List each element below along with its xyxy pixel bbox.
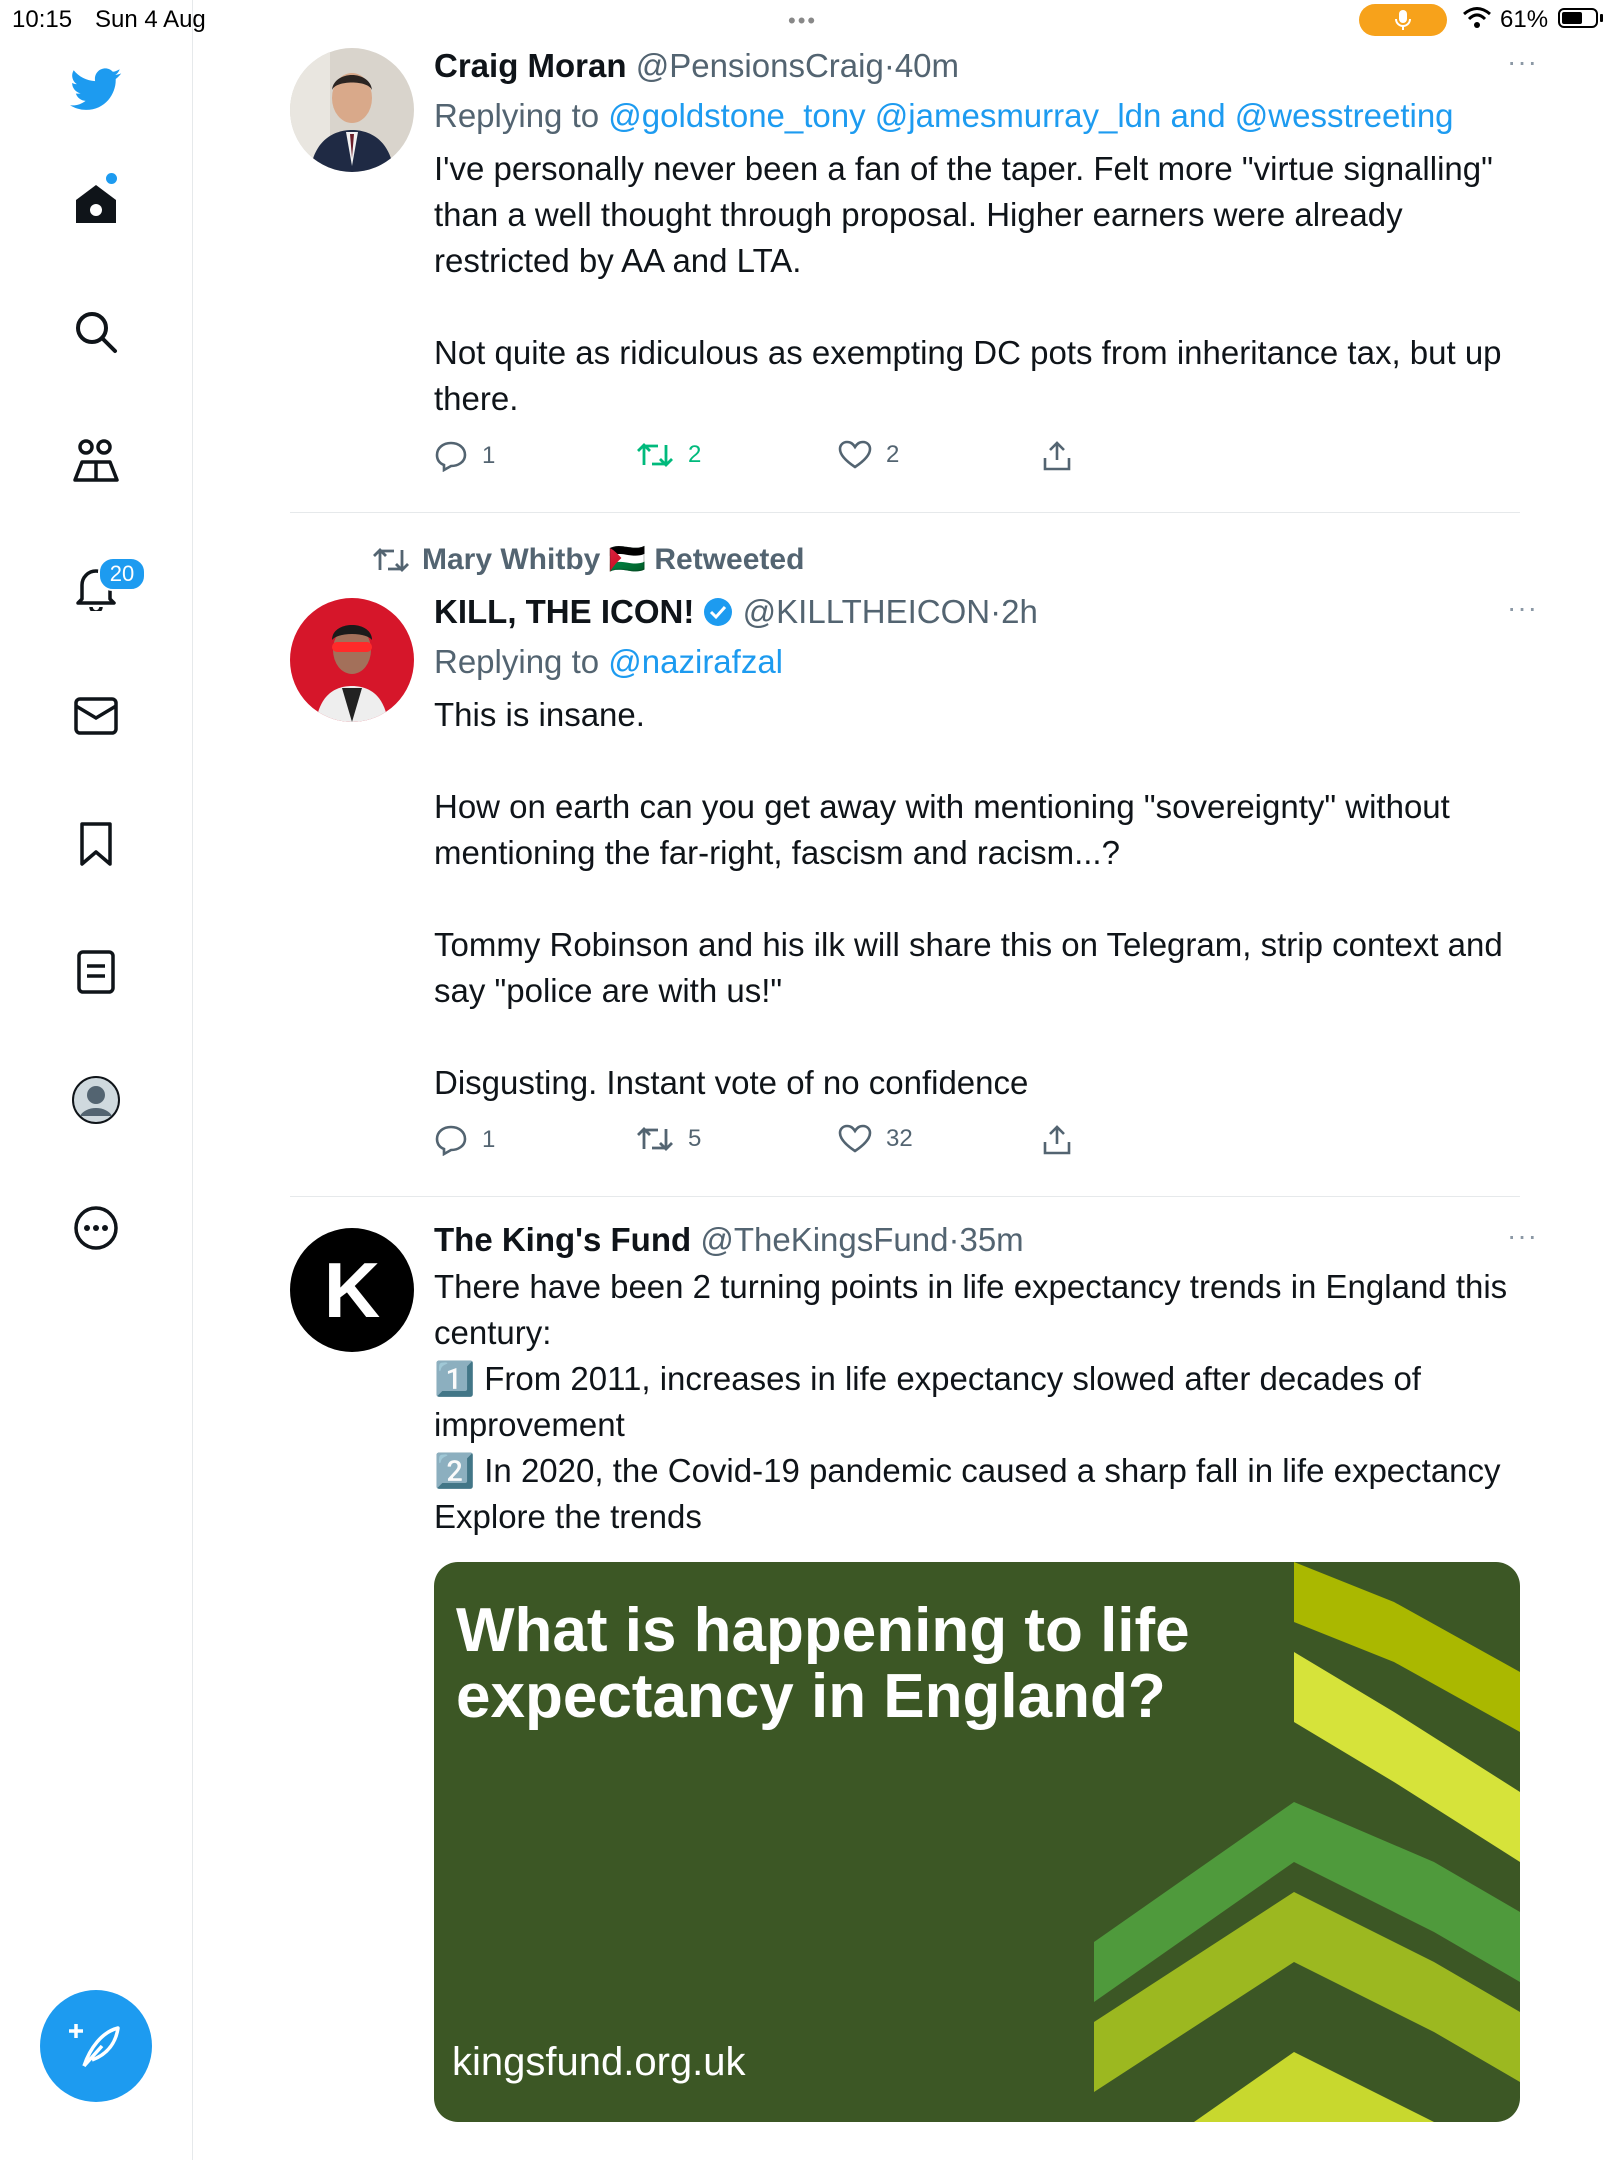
avatar[interactable]: K [290,1228,414,1352]
separator: · [990,593,1002,630]
tweet-more-button[interactable]: ··· [1507,1220,1538,1252]
tweet-text: This is insane. How on earth can you get… [434,696,1503,1101]
author-handle[interactable]: @PensionsCraig [636,47,884,84]
author-name[interactable]: KILL, THE ICON! [434,593,694,630]
compose-feather-icon [69,2024,120,2068]
reply-icon [435,1125,467,1156]
status-bar: 10:15 Sun 4 Aug ••• 61% [0,0,1620,40]
tweet-actions: 1 2 2 [434,440,1520,480]
tweet-more-button[interactable]: ··· [1507,46,1538,78]
retweet-count: 2 [688,441,702,468]
communities-icon[interactable] [68,432,124,488]
verified-badge-icon [704,598,733,626]
home-icon[interactable] [68,176,124,232]
share-button[interactable] [1042,440,1072,472]
microphone-icon [1395,10,1411,30]
retweet-button[interactable]: 2 [636,440,701,470]
separator: · [948,1221,960,1258]
heart-icon [838,440,872,469]
battery-tip [1600,14,1603,22]
battery-icon [1558,8,1598,28]
avatar[interactable] [290,598,414,722]
more-options-icon[interactable] [68,1200,124,1256]
retweet-icon [637,1127,673,1151]
reply-icon [435,441,467,472]
like-button[interactable]: 32 [838,1124,913,1154]
card-title: What is happening to life expectancy in … [456,1596,1190,1731]
retweet-small-icon [373,547,409,572]
author-name[interactable]: The King's Fund [434,1221,691,1258]
multitasking-dots[interactable]: ••• [788,8,817,34]
reply-count: 1 [482,442,496,469]
retweet-icon [637,443,673,467]
tweet-more-button[interactable]: ··· [1507,592,1538,624]
tweet-divider [290,1196,1520,1197]
reply-count: 1 [482,1126,496,1153]
retweeted-by-row[interactable]: Mary Whitby 🇵🇸 Retweeted [372,542,804,577]
sidebar: 20 [0,0,193,2160]
profile-avatar-icon[interactable] [68,1072,124,1128]
replying-mentions[interactable]: @nazirafzal [608,643,783,680]
search-icon[interactable] [68,304,124,360]
tweet-divider [290,512,1520,513]
tweet-text: I've personally never been a fan of the … [434,150,1502,417]
avatar[interactable] [290,48,414,172]
notifications-badge: 20 [98,557,146,591]
battery-percentage: 61% [1500,6,1549,33]
reply-button[interactable]: 1 [434,440,495,472]
share-icon [1043,1125,1071,1155]
bookmark-icon[interactable] [68,816,124,872]
replying-prefix: Replying to [434,643,600,680]
replying-prefix: Replying to [434,97,600,134]
lists-icon[interactable] [68,944,124,1000]
avatar-letter: K [323,1245,381,1334]
retweeted-by-label: Mary Whitby 🇵🇸 Retweeted [422,543,805,576]
wifi-icon [1463,7,1491,28]
tweet-time[interactable]: 35m [959,1221,1023,1258]
microphone-indicator [1359,4,1447,36]
author-name[interactable]: Craig Moran [434,47,627,84]
share-icon [1043,441,1071,471]
heart-icon [838,1124,872,1153]
messages-mail-icon[interactable] [68,688,124,744]
tweet-text: There have been 2 turning points in life… [434,1268,1508,1535]
separator: · [883,47,895,84]
share-button[interactable] [1042,1124,1072,1156]
tweet-time[interactable]: 2h [1001,593,1038,630]
home-unread-dot [106,173,117,184]
compose-tweet-button[interactable] [40,1990,152,2102]
replying-mentions[interactable]: @goldstone_tony @jamesmurray_ldn and @we… [608,97,1453,134]
like-count: 32 [886,1125,913,1152]
like-button[interactable]: 2 [838,440,899,470]
retweet-count: 5 [688,1125,702,1152]
author-handle[interactable]: @TheKingsFund [700,1221,948,1258]
tweet-time[interactable]: 40m [895,47,959,84]
link-card[interactable]: What is happening to life expectancy in … [434,1562,1520,2122]
like-count: 2 [886,441,900,468]
reply-button[interactable]: 1 [434,1124,495,1156]
card-url[interactable]: kingsfund.org.uk [452,2040,746,2085]
author-handle[interactable]: @KILLTHEICON [743,593,990,630]
retweet-button[interactable]: 5 [636,1124,701,1154]
twitter-logo-icon[interactable] [68,62,124,118]
tweet-actions: 1 5 32 [434,1124,1520,1164]
